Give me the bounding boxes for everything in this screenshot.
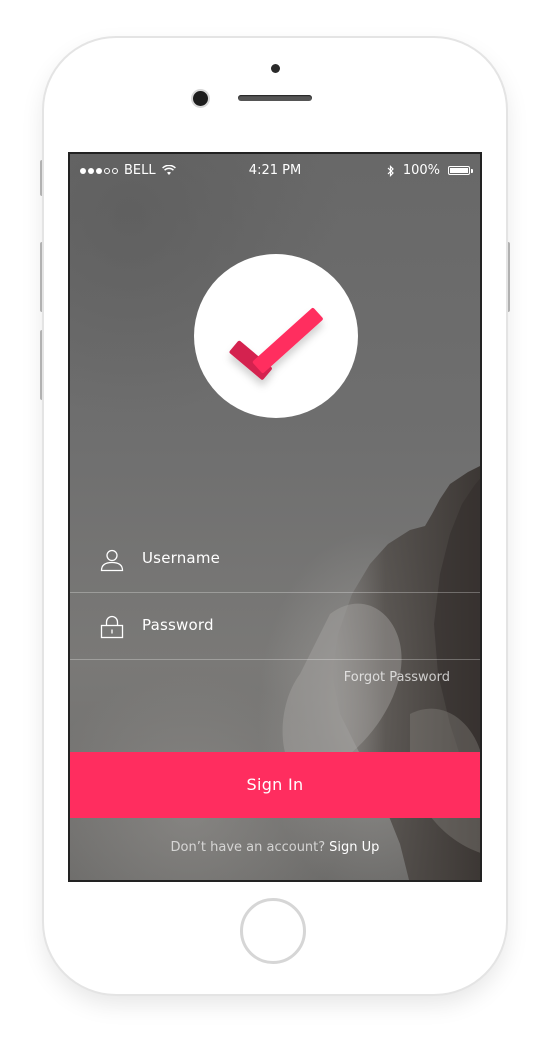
password-placeholder: Password [142, 616, 214, 634]
user-icon [100, 549, 124, 572]
battery-percent: 100% [402, 163, 440, 178]
lock-icon [100, 615, 124, 639]
screen: BELL 4:21 PM 100% Username Password Forg… [68, 152, 482, 882]
bluetooth-icon [387, 164, 394, 177]
front-camera [193, 91, 208, 106]
forgot-password-link[interactable]: Forgot Password [344, 670, 450, 685]
sign-up-link[interactable]: Sign Up [329, 840, 379, 855]
home-button[interactable] [240, 898, 306, 964]
device-mockup: BELL 4:21 PM 100% Username Password Forg… [0, 0, 550, 1038]
username-field[interactable]: Username [70, 526, 480, 593]
sign-in-button[interactable]: Sign In [70, 752, 480, 818]
status-right: 100% [387, 163, 473, 178]
checkmark-icon [229, 307, 323, 380]
earpiece-speaker [238, 95, 312, 101]
power-button [506, 242, 510, 312]
app-logo [194, 254, 358, 418]
battery-icon [448, 166, 473, 175]
signup-prompt: Don’t have an account? Sign Up [70, 840, 480, 855]
status-bar: BELL 4:21 PM 100% [70, 154, 480, 188]
no-account-text: Don’t have an account? [170, 840, 326, 855]
proximity-sensor [271, 64, 280, 73]
username-placeholder: Username [142, 549, 221, 567]
password-field[interactable]: Password [70, 593, 480, 660]
